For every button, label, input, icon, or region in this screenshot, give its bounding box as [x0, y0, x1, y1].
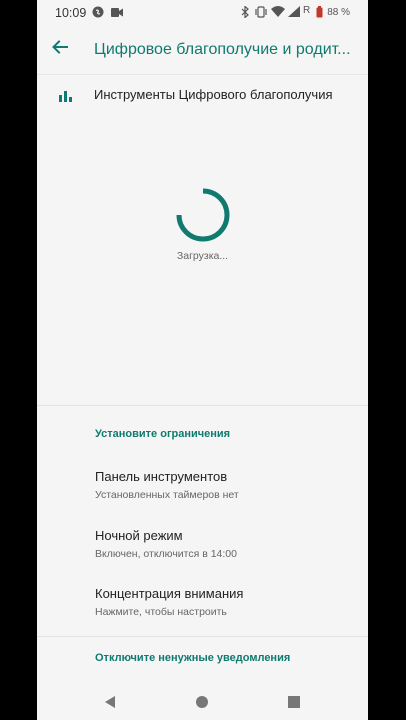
- nav-back-icon[interactable]: [102, 694, 118, 710]
- shazam-icon: [92, 6, 104, 21]
- digital-wellbeing-tools-row[interactable]: Инструменты Цифрового благополучия: [37, 80, 368, 110]
- item-subtitle: Установленных таймеров нет: [95, 489, 239, 501]
- section-divider: [37, 405, 368, 406]
- list-item-dashboard[interactable]: Панель инструментов Установленных таймер…: [37, 465, 368, 515]
- arrow-back-icon[interactable]: [51, 38, 69, 56]
- battery-percent: 88 %: [327, 7, 350, 18]
- status-time: 10:09: [55, 6, 87, 20]
- battery-icon: [316, 6, 323, 21]
- status-bar: 10:09 R 88 %: [37, 0, 368, 26]
- section-header-notifications: Отключите ненужные уведомления: [95, 652, 291, 664]
- section-header-limits: Установите ограничения: [95, 428, 231, 440]
- tools-row-label: Инструменты Цифрового благополучия: [94, 87, 333, 102]
- signal-icon: [288, 6, 300, 20]
- bluetooth-icon: [241, 5, 250, 21]
- loading-spinner-icon: [176, 188, 230, 242]
- item-subtitle: Включен, отключится в 14:00: [95, 548, 237, 560]
- bar-chart-icon: [59, 89, 72, 102]
- nav-home-icon[interactable]: [194, 694, 210, 710]
- list-item-focus-mode[interactable]: Концентрация внимания Нажмите, чтобы нас…: [37, 582, 368, 632]
- nav-recents-icon[interactable]: [286, 694, 302, 710]
- vibrate-icon: [254, 6, 268, 21]
- item-title: Концентрация внимания: [95, 586, 244, 601]
- navigation-bar: [37, 684, 368, 720]
- page-title: Цифровое благополучие и родит...: [94, 41, 351, 58]
- video-icon: [111, 8, 123, 20]
- section-divider: [37, 636, 368, 637]
- roaming-indicator: R: [303, 5, 311, 16]
- wifi-icon: [271, 6, 285, 20]
- app-bar: Цифровое благополучие и родит...: [37, 26, 368, 75]
- list-item-night-mode[interactable]: Ночной режим Включен, отключится в 14:00: [37, 524, 368, 574]
- phone-screen: 10:09 R 88 % Цифровое благополучие и род…: [37, 0, 368, 720]
- item-subtitle: Нажмите, чтобы настроить: [95, 606, 227, 618]
- loading-text: Загрузка...: [176, 250, 229, 262]
- item-title: Панель инструментов: [95, 469, 228, 484]
- item-title: Ночной режим: [95, 528, 183, 543]
